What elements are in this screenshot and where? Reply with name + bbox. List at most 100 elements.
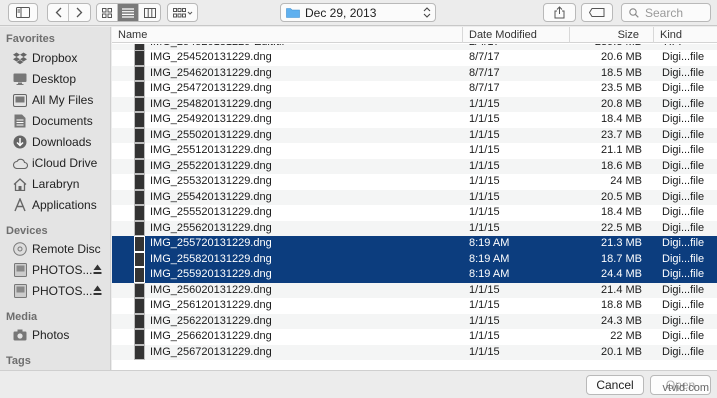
path-popup[interactable]: Dec 29, 2013 <box>280 3 436 22</box>
file-name: IMG_256620131229.dng <box>150 330 272 342</box>
list-icon <box>122 7 134 18</box>
cancel-button[interactable]: Cancel <box>586 375 644 395</box>
file-row[interactable]: IMG_255620131229.dng 1/1/15 22.5 MB Digi...… <box>112 220 717 236</box>
sidebar-item-dropbox[interactable]: Dropbox <box>12 48 110 68</box>
column-header-kind[interactable]: Kind <box>654 27 717 43</box>
search-icon <box>629 7 639 18</box>
list-view-button[interactable] <box>118 4 139 21</box>
file-name: IMG_255820131229.dng <box>150 252 272 265</box>
file-rows: IMG_254520131229-Edit.tif2/4/17239.3 MBT… <box>112 44 717 360</box>
file-size: 18.4 MB <box>601 113 642 125</box>
sidebar-item-label: Photos <box>32 328 70 342</box>
sidebar-item-home[interactable]: Larabryn <box>12 174 110 194</box>
tags-button[interactable] <box>581 3 613 22</box>
column-view-button[interactable] <box>139 4 160 21</box>
file-date: 1/1/15 <box>469 190 500 203</box>
file-row[interactable]: IMG_255120131229.dng 1/1/15 21.1 MB Digi...… <box>112 143 717 159</box>
arrange-button[interactable] <box>167 3 198 22</box>
sidebar-item-desktop[interactable]: Desktop <box>12 69 110 89</box>
toolbar: Dec 29, 2013 Search <box>0 0 717 26</box>
file-kind: Digi...file <box>662 268 705 280</box>
favorites-header: Favorites <box>6 33 55 45</box>
file-date: 1/1/15 <box>469 330 500 342</box>
sidebar-item-applications[interactable]: Applications <box>12 195 110 215</box>
sidebar-item-icloud[interactable]: iCloud Drive <box>12 153 110 173</box>
file-name: IMG_256020131229.dng <box>150 283 272 296</box>
sidebar-item-documents[interactable]: Documents <box>12 111 110 131</box>
file-row[interactable]: IMG_254720131229.dng 8/7/17 23.5 MB Digi...… <box>112 81 717 97</box>
sidebar-item-label: PHOTOS... <box>32 263 93 277</box>
eject-icon[interactable] <box>93 264 102 275</box>
column-header-size[interactable]: Size <box>570 27 654 43</box>
file-row[interactable]: IMG_255520131229.dng 1/1/15 18.4 MB Digi...… <box>112 205 717 221</box>
file-row[interactable]: IMG_256020131229.dng 1/1/15 21.4 MB Digi...… <box>112 282 717 298</box>
file-kind: Digi...file <box>662 206 705 218</box>
chevron-left-icon <box>55 7 61 18</box>
file-size: 18.7 MB <box>601 252 642 265</box>
sidebar-item-label: Remote Disc <box>32 242 101 256</box>
file-row[interactable]: IMG_254820131229.dng 1/1/15 20.8 MB Digi...… <box>112 96 717 112</box>
image-thumbnail-icon <box>134 205 145 221</box>
file-kind: Digi...file <box>662 221 705 234</box>
file-name: IMG_255420131229.dng <box>150 190 272 203</box>
sidebar-item-photos-drive-1[interactable]: PHOTOS... <box>12 260 110 280</box>
column-headers: Name Date Modified Size Kind <box>112 27 717 43</box>
file-name: IMG_255220131229.dng <box>150 159 272 172</box>
sidebar-item-photos[interactable]: Photos <box>12 325 110 345</box>
file-date: 1/1/15 <box>469 113 500 125</box>
share-button[interactable] <box>543 3 576 22</box>
search-placeholder: Search <box>645 5 684 20</box>
file-date: 8:19 AM <box>469 252 510 265</box>
column-header-date[interactable]: Date Modified <box>463 27 570 43</box>
tag-icon <box>589 8 605 17</box>
search-field[interactable]: Search <box>621 3 711 22</box>
file-row[interactable]: IMG_255220131229.dng 1/1/15 18.6 MB Digi...… <box>112 158 717 174</box>
sidebar-item-label: Downloads <box>32 135 92 149</box>
back-button[interactable] <box>48 4 69 21</box>
drive-icon <box>12 262 28 278</box>
image-thumbnail-icon <box>134 344 145 360</box>
file-row[interactable]: IMG_255920131229.dng 8:19 AM 24.4 MB Digi..… <box>112 267 717 283</box>
file-size: 18.5 MB <box>601 66 642 79</box>
file-name: IMG_255920131229.dng <box>150 268 272 280</box>
sidebar-toggle-button[interactable] <box>8 3 38 22</box>
applications-icon <box>12 197 28 213</box>
icon-view-button[interactable] <box>97 4 118 21</box>
file-row[interactable]: IMG_256220131229.dng 1/1/15 24.3 MB Digi...… <box>112 313 717 329</box>
file-row[interactable]: IMG_254520131229.dng 8/7/17 20.6 MB Digi...… <box>112 50 717 66</box>
file-row[interactable]: IMG_254920131229.dng 1/1/15 18.4 MB Digi...… <box>112 112 717 128</box>
file-size: 21.1 MB <box>601 144 642 156</box>
file-row[interactable]: IMG_255820131229.dng 8:19 AM 18.7 MB Digi..… <box>112 251 717 267</box>
sidebar-item-label: Dropbox <box>32 51 78 65</box>
file-kind: Digi...file <box>662 113 705 125</box>
file-date: 1/1/15 <box>469 283 500 296</box>
eject-icon[interactable] <box>93 285 102 296</box>
file-kind: Digi...file <box>662 144 705 156</box>
file-date: 1/1/15 <box>469 206 500 218</box>
column-header-name[interactable]: Name <box>112 27 463 43</box>
file-row[interactable]: IMG_255420131229.dng 1/1/15 20.5 MB Digi...… <box>112 189 717 205</box>
image-thumbnail-icon <box>134 251 145 267</box>
dropbox-icon <box>12 50 28 66</box>
sidebar-item-all-my-files[interactable]: All My Files <box>12 90 110 110</box>
file-size: 18.6 MB <box>601 159 642 172</box>
sidebar-item-remote-disc[interactable]: Remote Disc <box>12 239 110 259</box>
file-row[interactable]: IMG_256620131229.dng 1/1/15 22 MB Digi...fi… <box>112 329 717 345</box>
image-thumbnail-icon <box>134 298 145 314</box>
file-row[interactable]: IMG_255720131229.dng 8:19 AM 21.3 MB Digi..… <box>112 236 717 252</box>
file-size: 20.6 MB <box>601 51 642 63</box>
file-row[interactable]: IMG_256720131229.dng 1/1/15 20.1 MB Digi...… <box>112 344 717 360</box>
image-thumbnail-icon <box>134 329 145 345</box>
file-row[interactable]: IMG_255320131229.dng 1/1/15 24 MB Digi...fi… <box>112 174 717 190</box>
file-row[interactable]: IMG_254620131229.dng 8/7/17 18.5 MB Digi...… <box>112 65 717 81</box>
image-thumbnail-icon <box>134 65 145 81</box>
file-name: IMG_256120131229.dng <box>150 299 272 311</box>
file-date: 1/1/15 <box>469 221 500 234</box>
file-row[interactable]: IMG_256120131229.dng 1/1/15 18.8 MB Digi...… <box>112 298 717 314</box>
sidebar-item-photos-drive-2[interactable]: PHOTOS... <box>12 281 110 301</box>
file-row[interactable]: IMG_255020131229.dng 1/1/15 23.7 MB Digi...… <box>112 127 717 143</box>
file-kind: Digi...file <box>662 283 705 296</box>
forward-button[interactable] <box>69 4 90 21</box>
sidebar-item-downloads[interactable]: Downloads <box>12 132 110 152</box>
sidebar-item-label: Documents <box>32 114 93 128</box>
